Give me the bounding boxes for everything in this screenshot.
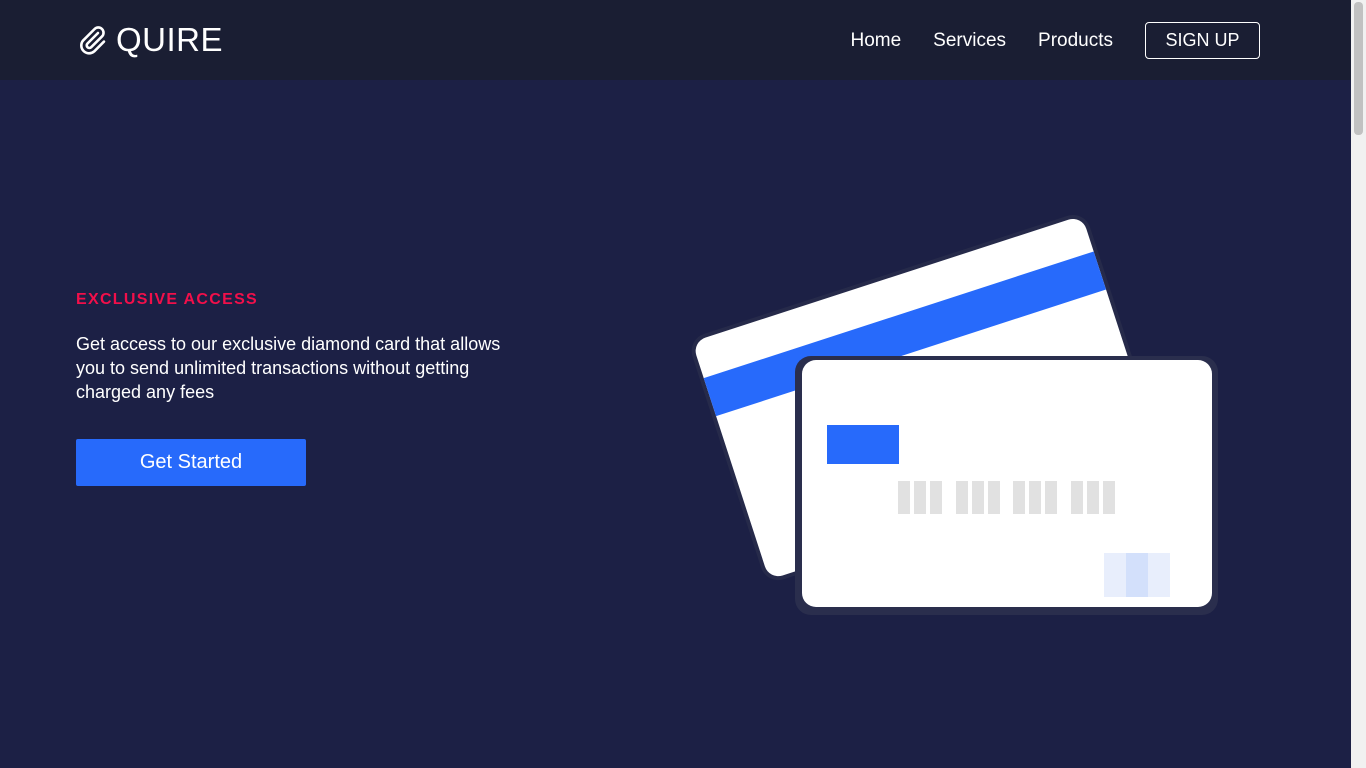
front-card xyxy=(802,360,1212,607)
nav-links: Home Services Products SIGN UP xyxy=(850,21,1260,60)
nav-link-products[interactable]: Products xyxy=(1038,30,1113,52)
navbar: QUIRE Home Services Products SIGN UP xyxy=(0,0,1351,80)
credit-cards-illustration xyxy=(680,210,1240,630)
signup-button[interactable]: SIGN UP xyxy=(1145,22,1260,59)
hero-text: EXCLUSIVE ACCESS Get access to our exclu… xyxy=(76,290,516,404)
logo-link[interactable]: QUIRE xyxy=(76,20,223,60)
hero-description: Get access to our exclusive diamond card… xyxy=(76,334,501,402)
card-logo xyxy=(1104,553,1170,597)
nav-link-home[interactable]: Home xyxy=(850,30,901,52)
card-chip xyxy=(827,425,899,464)
paperclip-icon xyxy=(76,24,108,56)
page: QUIRE Home Services Products SIGN UP EXC… xyxy=(0,0,1366,768)
get-started-button[interactable]: Get Started xyxy=(76,439,306,486)
scrollbar-thumb[interactable] xyxy=(1354,2,1363,135)
nav-link-services[interactable]: Services xyxy=(933,30,1006,52)
scrollbar[interactable] xyxy=(1351,0,1366,768)
logo-text: QUIRE xyxy=(116,21,224,58)
hero-eyebrow: EXCLUSIVE ACCESS xyxy=(76,291,259,308)
